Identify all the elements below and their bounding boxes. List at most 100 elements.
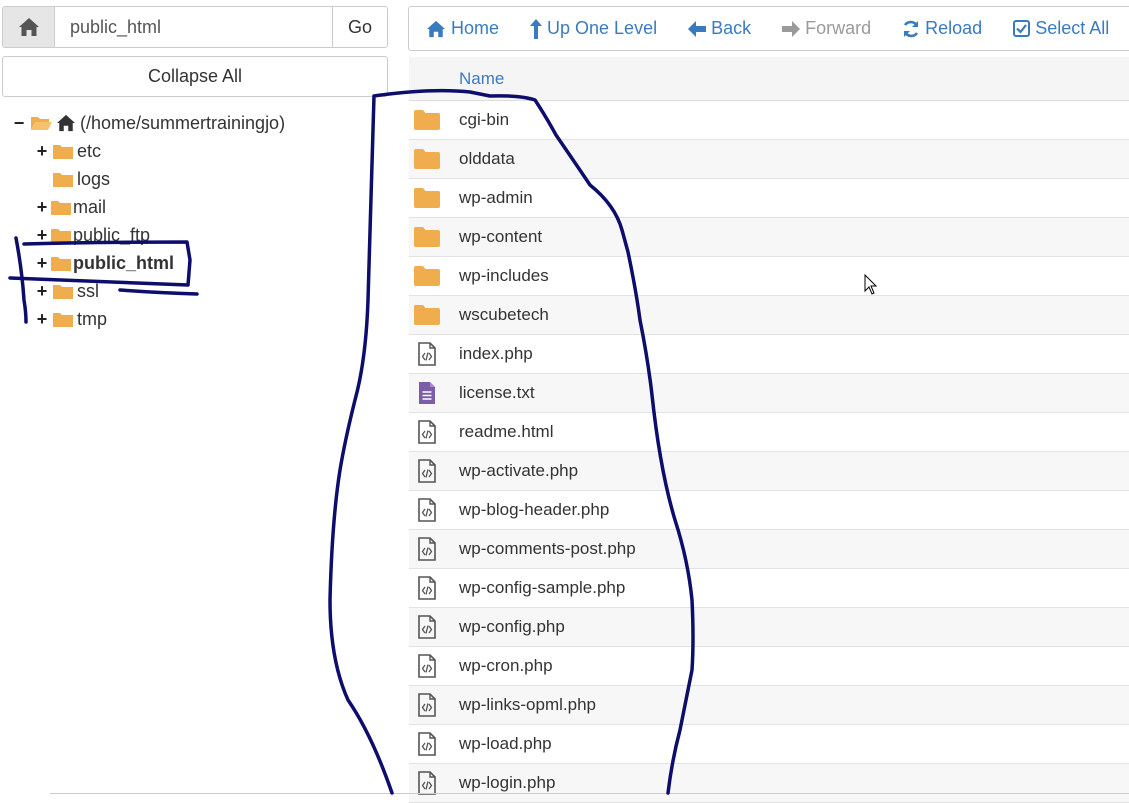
tree-root[interactable]: − (/home/summertrainingjo) [12, 109, 285, 137]
back-button[interactable]: Back [688, 18, 751, 39]
table-row[interactable]: wp-activate.php [409, 452, 1129, 491]
go-button[interactable]: Go [332, 7, 387, 47]
file-type-icon [414, 459, 440, 483]
file-name[interactable]: wp-load.php [459, 734, 552, 754]
code-file-icon [418, 615, 436, 639]
collapse-toggle[interactable]: − [12, 113, 26, 134]
expand-toggle[interactable]: + [35, 141, 49, 162]
checkbox-icon [1013, 20, 1031, 37]
table-row[interactable]: cgi-bin [409, 101, 1129, 140]
file-name[interactable]: wp-comments-post.php [459, 539, 636, 559]
table-row[interactable]: wp-includes [409, 257, 1129, 296]
table-row[interactable]: olddata [409, 140, 1129, 179]
table-row[interactable]: wscubetech [409, 296, 1129, 335]
file-name[interactable]: wp-config-sample.php [459, 578, 625, 598]
table-row[interactable]: wp-load.php [409, 725, 1129, 764]
file-type-icon [414, 732, 440, 756]
file-type-icon [414, 342, 440, 366]
tree-item-label: etc [77, 140, 102, 161]
file-type-icon [414, 615, 440, 639]
folder-icon [53, 145, 73, 159]
file-toolbar: Home Up One Level Back Forward Reload Se… [408, 6, 1129, 51]
tree-item-mail[interactable]: + mail [35, 193, 106, 221]
tree-item-label: mail [73, 196, 107, 217]
table-row[interactable]: readme.html [409, 413, 1129, 452]
file-name[interactable]: olddata [459, 149, 515, 169]
file-type-icon [414, 108, 440, 132]
folder-open-icon [31, 117, 52, 130]
file-name[interactable]: wscubetech [459, 305, 549, 325]
tree-item-tmp[interactable]: + tmp [35, 305, 107, 333]
folder-icon [53, 173, 73, 187]
file-name[interactable]: cgi-bin [459, 110, 509, 130]
tree-item-label: tmp [77, 308, 108, 329]
file-name[interactable]: wp-activate.php [459, 461, 578, 481]
file-name[interactable]: index.php [459, 344, 533, 364]
tree-item-label: public_ftp [73, 224, 151, 245]
up-one-level-button[interactable]: Up One Level [530, 18, 657, 39]
reload-button[interactable]: Reload [902, 18, 982, 39]
table-row[interactable]: wp-cron.php [409, 647, 1129, 686]
forward-button-label: Forward [805, 18, 872, 38]
folder-icon [414, 266, 440, 286]
file-name[interactable]: wp-config.php [459, 617, 565, 637]
table-row[interactable]: index.php [409, 335, 1129, 374]
name-column-header[interactable]: Name [459, 69, 504, 89]
home-icon [18, 18, 39, 36]
text-file-icon [419, 382, 435, 404]
forward-button[interactable]: Forward [782, 18, 871, 39]
folder-icon [414, 149, 440, 169]
select-all-button[interactable]: Select All [1013, 18, 1109, 39]
home-button-label: Home [451, 18, 500, 38]
expand-toggle[interactable]: + [35, 253, 49, 274]
path-input[interactable] [55, 7, 332, 47]
table-row[interactable]: license.txt [409, 374, 1129, 413]
code-file-icon [418, 537, 436, 561]
table-row[interactable]: wp-blog-header.php [409, 491, 1129, 530]
table-row[interactable]: wp-config-sample.php [409, 569, 1129, 608]
collapse-all-button[interactable]: Collapse All [2, 56, 388, 97]
file-name[interactable]: wp-cron.php [459, 656, 553, 676]
folder-icon [414, 110, 440, 130]
home-icon [427, 20, 445, 37]
expand-toggle[interactable]: + [35, 309, 49, 330]
expand-toggle[interactable]: + [35, 197, 49, 218]
tree-item-ssl[interactable]: + ssl [35, 277, 99, 305]
file-type-icon [414, 654, 440, 678]
bottom-divider [50, 793, 1129, 794]
table-row[interactable]: wp-links-opml.php [409, 686, 1129, 725]
table-row[interactable]: wp-admin [409, 179, 1129, 218]
table-row[interactable]: wp-comments-post.php [409, 530, 1129, 569]
tree-item-public-ftp[interactable]: + public_ftp [35, 221, 150, 249]
tree-item-public-html[interactable]: + public_html [35, 249, 174, 277]
tree-root-label: (/home/summertrainingjo) [80, 112, 286, 133]
file-type-icon [414, 693, 440, 717]
code-file-icon [418, 342, 436, 366]
file-name[interactable]: wp-blog-header.php [459, 500, 609, 520]
expand-toggle[interactable]: + [35, 281, 49, 302]
code-file-icon [418, 498, 436, 522]
table-row[interactable]: wp-login.php [409, 764, 1129, 803]
file-name[interactable]: wp-content [459, 227, 542, 247]
table-header: Name [409, 57, 1129, 101]
file-name[interactable]: wp-login.php [459, 773, 555, 793]
code-file-icon [418, 420, 436, 444]
file-name[interactable]: wp-includes [459, 266, 549, 286]
tree-item-etc[interactable]: + etc [35, 137, 101, 165]
file-type-icon [414, 303, 440, 327]
folder-icon [414, 305, 440, 325]
table-row[interactable]: wp-content [409, 218, 1129, 257]
tree-item-logs[interactable]: logs [35, 165, 110, 193]
home-button[interactable]: Home [426, 18, 499, 39]
file-name[interactable]: license.txt [459, 383, 535, 403]
tree-item-label: logs [77, 168, 111, 189]
file-type-icon [414, 225, 440, 249]
table-row[interactable]: wp-config.php [409, 608, 1129, 647]
home-path-button[interactable] [3, 7, 55, 47]
file-type-icon [414, 381, 440, 405]
file-name[interactable]: wp-admin [459, 188, 533, 208]
file-type-icon [414, 771, 440, 795]
file-name[interactable]: wp-links-opml.php [459, 695, 596, 715]
expand-toggle[interactable]: + [35, 225, 49, 246]
file-name[interactable]: readme.html [459, 422, 553, 442]
